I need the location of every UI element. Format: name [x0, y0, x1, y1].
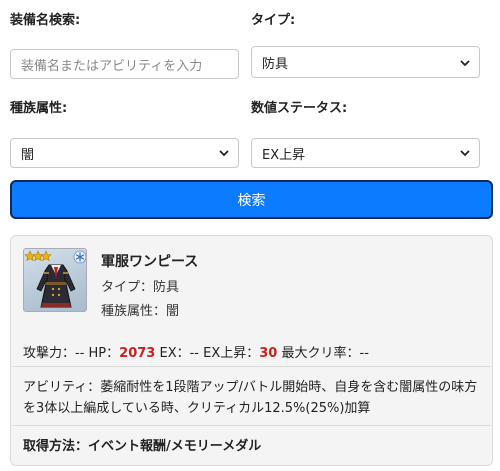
star-icon [24, 250, 36, 262]
equipment-type: タイプ：防具 [101, 280, 180, 295]
equipment-race: 種族属性：闇 [101, 304, 180, 319]
chevron-down-icon [460, 150, 470, 157]
attack-stat: 攻撃力：-- [23, 346, 85, 361]
crit-stat: 最大クリ率：-- [281, 346, 369, 361]
acquisition-method: 取得方法：イベント報酬/メモリーメダル [23, 439, 262, 454]
result-card: 軍服ワンピース タイプ：防具 種族属性：闇 攻撃力：-- HP：2073 EX：… [10, 235, 493, 466]
search-button[interactable]: 検索 [10, 180, 493, 219]
type-label: タイプ: [251, 13, 296, 28]
chevron-down-icon [460, 60, 470, 67]
star-icon [40, 250, 52, 262]
divider [12, 366, 491, 367]
equipment-name: 軍服ワンピース [101, 254, 199, 270]
stat-label: 数値ステータス: [251, 101, 348, 116]
star-icon [32, 250, 44, 262]
stat-select[interactable]: EX上昇 [251, 138, 480, 168]
hp-value: 2073 [119, 346, 156, 361]
type-select-value: 防具 [262, 56, 289, 72]
ex-stat: EX：-- [159, 346, 199, 361]
race-select[interactable]: 闇 [10, 138, 239, 168]
hp-label: HP： [88, 346, 120, 361]
ex-up-label: EX上昇： [203, 346, 260, 361]
type-select[interactable]: 防具 [251, 46, 480, 78]
rarity-stars [24, 250, 52, 262]
ability-text: アビリティ：萎縮耐性を1段階アップ/バトル開始時、自身を含む闇属性の味方を3体以… [23, 380, 478, 416]
name-search-label: 装備名検索: [10, 13, 81, 28]
name-search-input[interactable]: 装備名またはアビリティを入力 [10, 49, 239, 79]
race-label: 種族属性: [10, 101, 68, 116]
stats-line: 攻撃力：-- HP：2073 EX：-- EX上昇：30 最大クリ率：-- [23, 342, 369, 361]
divider [12, 425, 491, 426]
ex-up-value: 30 [259, 346, 278, 361]
race-select-value: 闇 [21, 147, 35, 163]
chevron-down-icon [219, 150, 229, 157]
snowflake-icon [73, 250, 86, 264]
equipment-image[interactable] [23, 248, 87, 312]
stat-select-value: EX上昇 [262, 147, 306, 163]
name-search-placeholder: 装備名またはアビリティを入力 [21, 58, 203, 74]
